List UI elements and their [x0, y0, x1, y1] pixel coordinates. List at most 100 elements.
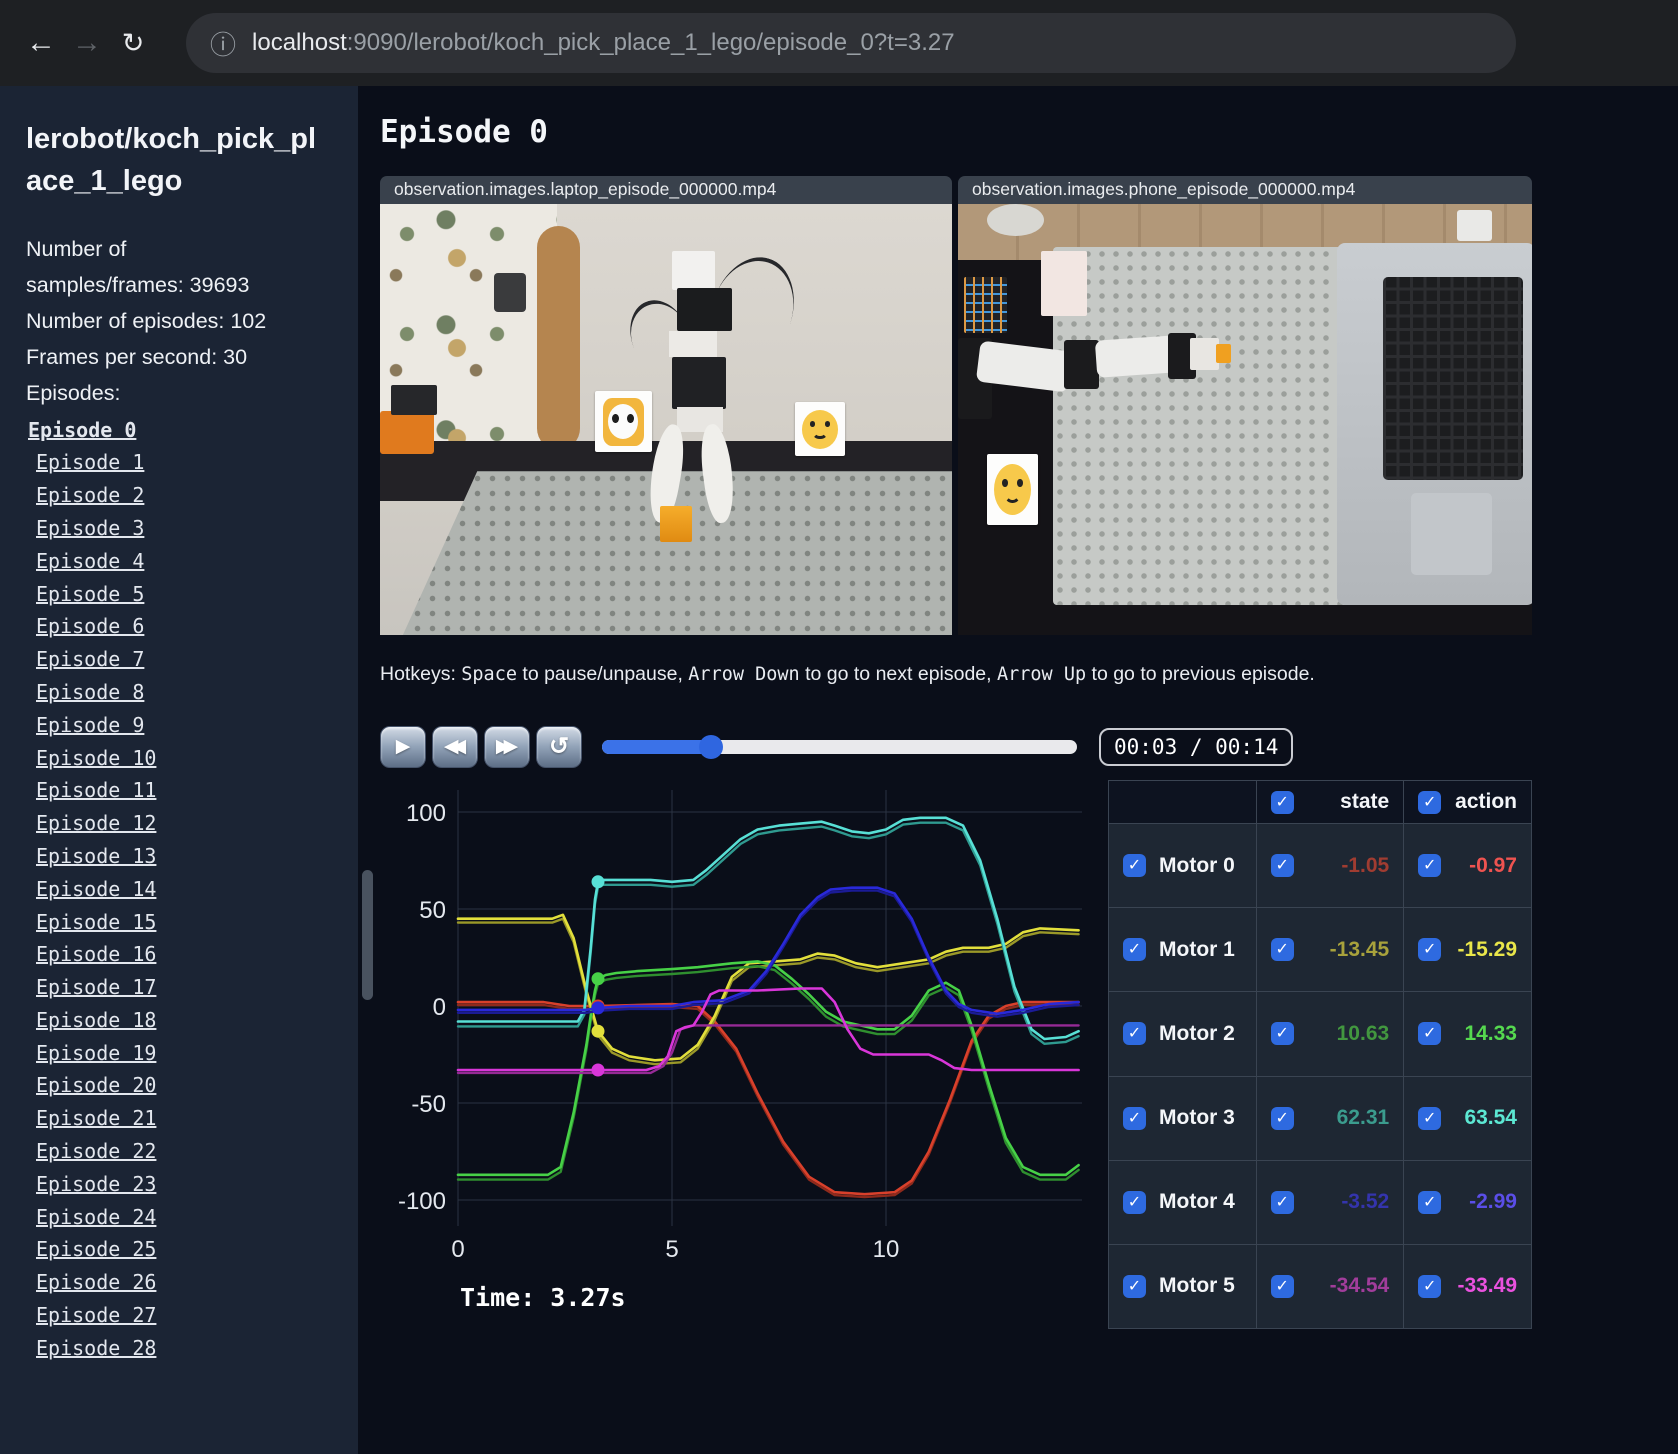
svg-text:0: 0: [433, 994, 446, 1021]
sidebar-episode-link-2[interactable]: Episode 2: [36, 479, 144, 512]
rewind-button[interactable]: ◀◀: [432, 726, 478, 768]
action-value: 63.54: [1464, 1106, 1517, 1130]
sidebar-episode-link-10[interactable]: Episode 10: [36, 742, 156, 775]
motor-4-state-checkbox[interactable]: ✓: [1270, 1190, 1294, 1214]
episode-list: Episode 0 Episode 1 Episode 2 Episode 3 Epis…: [26, 414, 332, 1365]
motor-action-cell: ✓ -33.49: [1403, 1243, 1532, 1330]
motor-3-checkbox[interactable]: ✓: [1123, 1106, 1146, 1130]
motor-0-checkbox[interactable]: ✓: [1123, 854, 1146, 878]
sidebar-episode-link-18[interactable]: Episode 18: [36, 1004, 156, 1037]
video-phone[interactable]: [958, 204, 1532, 635]
motor-0-state-checkbox[interactable]: ✓: [1270, 854, 1294, 878]
motor-3-action-checkbox[interactable]: ✓: [1418, 1106, 1442, 1130]
sidebar-episode-link-17[interactable]: Episode 17: [36, 971, 156, 1004]
motor-row-0: ✓ Motor 0 ✓ -1.05 ✓ -0.97: [1108, 823, 1532, 909]
sidebar-episode-link-1[interactable]: Episode 1: [36, 446, 144, 479]
motor-row-2: ✓ Motor 2 ✓ 10.63 ✓ 14.33: [1108, 991, 1532, 1077]
header-action-cell: ✓ action: [1403, 779, 1532, 825]
address-bar[interactable]: ⓘ localhost:9090/lerobot/koch_pick_place…: [186, 13, 1516, 73]
chart-svg[interactable]: 100500-50-1000 5 10Time: 3.27s: [380, 776, 1095, 1324]
motor-1-state-checkbox[interactable]: ✓: [1270, 938, 1294, 962]
dataset-title: lerobot/koch_pick_place_1_lego: [26, 123, 317, 198]
fast-forward-button[interactable]: ▶▶: [484, 726, 530, 768]
motor-2-checkbox[interactable]: ✓: [1123, 1022, 1146, 1046]
motor-1-checkbox[interactable]: ✓: [1123, 938, 1146, 962]
sidebar-episode-link-0[interactable]: Episode 0: [28, 414, 136, 447]
loop-button[interactable]: ↺: [536, 726, 582, 768]
svg-text:50: 50: [419, 897, 446, 924]
episode-list-item: Episode 10: [26, 742, 332, 775]
sidebar-episode-link-14[interactable]: Episode 14: [36, 873, 156, 906]
motor-3-state-checkbox[interactable]: ✓: [1270, 1106, 1294, 1130]
robot-bracket: [668, 331, 718, 357]
motor-4-action-checkbox[interactable]: ✓: [1418, 1190, 1442, 1214]
sidebar-episode-link-28[interactable]: Episode 28: [36, 1332, 156, 1365]
sidebar-episode-link-23[interactable]: Episode 23: [36, 1168, 156, 1201]
sidebar-episode-link-11[interactable]: Episode 11: [36, 774, 156, 807]
info-icon[interactable]: ⓘ: [210, 25, 236, 62]
sidebar-episode-link-24[interactable]: Episode 24: [36, 1201, 156, 1234]
motor-chart[interactable]: 100 50 0 -50 -100 0 5 10 Time: 3.27s: [380, 776, 1095, 1329]
sidebar-episode-link-4[interactable]: Episode 4: [36, 545, 144, 578]
episode-list-item: Episode 9: [26, 709, 332, 742]
motor-1-action-checkbox[interactable]: ✓: [1418, 938, 1442, 962]
motor-state-cell: ✓ -13.45: [1255, 907, 1405, 993]
motor-label: Motor 3: [1159, 1106, 1235, 1130]
robot-motor: [671, 357, 727, 409]
motor-2-action-checkbox[interactable]: ✓: [1418, 1022, 1442, 1046]
scrollbar-thumb[interactable]: [362, 870, 373, 1000]
action-value: -33.49: [1457, 1274, 1517, 1298]
play-button[interactable]: ▶: [380, 726, 426, 768]
motor-row-3: ✓ Motor 3 ✓ 62.31 ✓ 63.54: [1108, 1075, 1532, 1161]
robot-top-box: [671, 251, 715, 291]
motor-4-checkbox[interactable]: ✓: [1123, 1190, 1146, 1214]
seek-slider-knob[interactable]: [699, 735, 724, 759]
sidebar-episode-link-21[interactable]: Episode 21: [36, 1102, 156, 1135]
motor-0-action-checkbox[interactable]: ✓: [1418, 854, 1442, 878]
motor-2-state-checkbox[interactable]: ✓: [1270, 1022, 1294, 1046]
seek-slider[interactable]: [602, 735, 1077, 759]
hotkey-key: Arrow Up: [997, 664, 1087, 685]
reload-icon[interactable]: ↻: [110, 28, 156, 59]
sidebar-episode-link-9[interactable]: Episode 9: [36, 709, 144, 742]
sidebar-episode-link-27[interactable]: Episode 27: [36, 1299, 156, 1332]
motor-name-cell: ✓ Motor 2: [1108, 991, 1257, 1077]
sidebar-episode-link-15[interactable]: Episode 15: [36, 906, 156, 939]
sidebar-episode-link-6[interactable]: Episode 6: [36, 610, 144, 643]
motor-label: Motor 5: [1159, 1274, 1235, 1298]
smiley-mouth: [811, 425, 828, 440]
motor-row-1: ✓ Motor 1 ✓ -13.45 ✓ -15.29: [1108, 907, 1532, 993]
sidebar-episode-link-12[interactable]: Episode 12: [36, 807, 156, 840]
panda-face-icon: [607, 403, 639, 440]
action-column-checkbox[interactable]: ✓: [1418, 790, 1442, 814]
motor-row-5: ✓ Motor 5 ✓ -34.54 ✓ -33.49: [1108, 1243, 1532, 1330]
motor-state-cell: ✓ -34.54: [1255, 1243, 1405, 1330]
sidebar-episode-link-8[interactable]: Episode 8: [36, 676, 144, 709]
motor-5-checkbox[interactable]: ✓: [1123, 1274, 1146, 1298]
sidebar-episode-link-3[interactable]: Episode 3: [36, 512, 144, 545]
motor-5-action-checkbox[interactable]: ✓: [1418, 1274, 1442, 1298]
person-arm: [537, 225, 581, 450]
robot-gripper: [1190, 337, 1220, 370]
forward-icon[interactable]: →: [64, 26, 110, 60]
sidebar-episode-link-20[interactable]: Episode 20: [36, 1069, 156, 1102]
sidebar-episode-link-19[interactable]: Episode 19: [36, 1037, 156, 1070]
sidebar-episode-link-25[interactable]: Episode 25: [36, 1233, 156, 1266]
sidebar-episode-link-22[interactable]: Episode 22: [36, 1135, 156, 1168]
hotkey-text: to go to previous episode.: [1086, 663, 1315, 685]
url-text[interactable]: localhost:9090/lerobot/koch_pick_place_1…: [252, 29, 955, 57]
hotkey-text: to go to next episode,: [799, 663, 997, 685]
sidebar-episode-link-26[interactable]: Episode 26: [36, 1266, 156, 1299]
motor-5-state-checkbox[interactable]: ✓: [1270, 1274, 1294, 1298]
video-laptop[interactable]: [380, 204, 952, 635]
stat-samples: Number of samples/frames: 39693: [26, 237, 250, 297]
sidebar-episode-link-5[interactable]: Episode 5: [36, 578, 144, 611]
hotkey-key: Arrow Down: [688, 664, 800, 685]
sidebar-episode-link-16[interactable]: Episode 16: [36, 938, 156, 971]
action-value: 14.33: [1464, 1021, 1517, 1045]
sidebar-episode-link-13[interactable]: Episode 13: [36, 840, 156, 873]
state-column-checkbox[interactable]: ✓: [1270, 790, 1294, 814]
episode-list-item: Episode 17: [26, 971, 332, 1004]
sidebar-episode-link-7[interactable]: Episode 7: [36, 643, 144, 676]
back-icon[interactable]: ←: [18, 26, 64, 60]
